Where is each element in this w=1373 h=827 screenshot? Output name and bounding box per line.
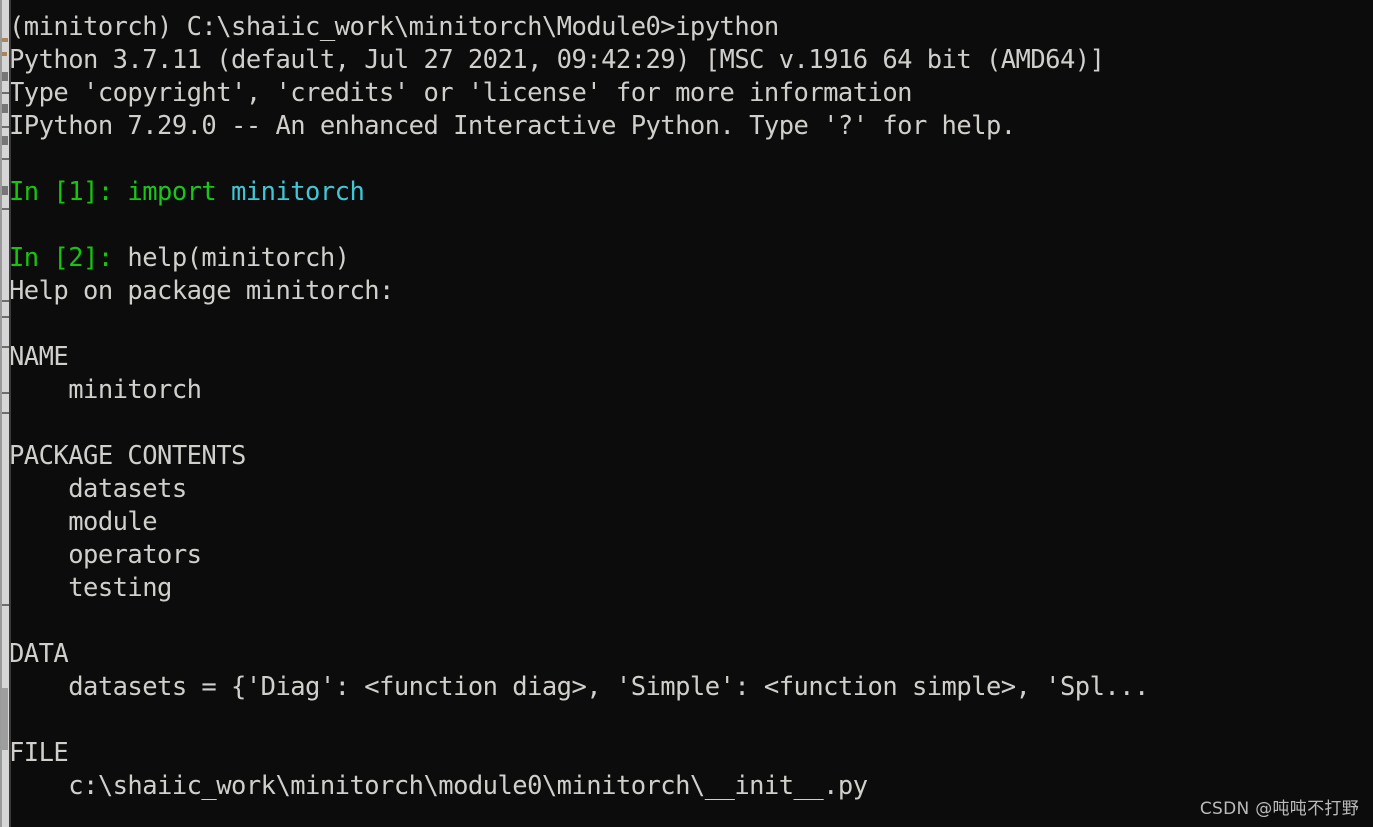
- console-span: DATA: [9, 639, 69, 669]
- line-blank-6: [9, 704, 1373, 737]
- console-span: (minitorch) C:\shaiic_work\minitorch\Mod…: [9, 12, 779, 42]
- console-span: testing: [9, 573, 172, 603]
- console-output: (minitorch) C:\shaiic_work\minitorch\Mod…: [9, 11, 1373, 803]
- line-pkg-operators: operators: [9, 539, 1373, 572]
- line-blank-5: [9, 605, 1373, 638]
- line-blank-1: [9, 143, 1373, 176]
- line-shell-prompt: (minitorch) C:\shaiic_work\minitorch\Mod…: [9, 11, 1373, 44]
- console-span: IPython 7.29.0 -- An enhanced Interactiv…: [9, 111, 1016, 141]
- console-span: operators: [9, 540, 202, 570]
- console-span: c:\shaiic_work\minitorch\module0\minitor…: [9, 771, 868, 801]
- console-span: help(minitorch): [127, 243, 350, 273]
- console-span: NAME: [9, 342, 69, 372]
- line-in-2: In [2]: help(minitorch): [9, 242, 1373, 275]
- console-span: datasets: [9, 474, 187, 504]
- console-span: module: [9, 507, 158, 537]
- line-ipython-banner: IPython 7.29.0 -- An enhanced Interactiv…: [9, 110, 1373, 143]
- line-in-1: In [1]: import minitorch: [9, 176, 1373, 209]
- line-blank-2: [9, 209, 1373, 242]
- line-name-value: minitorch: [9, 374, 1373, 407]
- console-span: datasets = {'Diag': <function diag>, 'Si…: [9, 672, 1149, 702]
- console-span: minitorch: [231, 177, 365, 207]
- line-section-file: FILE: [9, 737, 1373, 770]
- line-python-version: Python 3.7.11 (default, Jul 27 2021, 09:…: [9, 44, 1373, 77]
- console-span: PACKAGE CONTENTS: [9, 441, 246, 471]
- line-copyright-hint: Type 'copyright', 'credits' or 'license'…: [9, 77, 1373, 110]
- csdn-watermark: CSDN @吨吨不打野: [1199, 799, 1359, 819]
- line-file-path: c:\shaiic_work\minitorch\module0\minitor…: [9, 770, 1373, 803]
- line-help-header: Help on package minitorch:: [9, 275, 1373, 308]
- console-window[interactable]: (minitorch) C:\shaiic_work\minitorch\Mod…: [9, 0, 1373, 827]
- console-span: Type 'copyright', 'credits' or 'license'…: [9, 78, 913, 108]
- line-section-package-contents: PACKAGE CONTENTS: [9, 440, 1373, 473]
- console-window-left-border: [9, 0, 11, 827]
- console-span: In [1]:: [9, 177, 128, 207]
- console-span: import: [127, 177, 232, 207]
- line-pkg-datasets: datasets: [9, 473, 1373, 506]
- console-span: In [2]:: [9, 243, 128, 273]
- console-span: FILE: [9, 738, 69, 768]
- console-span: minitorch: [9, 375, 202, 405]
- console-span: Help on package minitorch:: [9, 276, 394, 306]
- console-span: Python 3.7.11 (default, Jul 27 2021, 09:…: [9, 45, 1105, 75]
- line-data-datasets: datasets = {'Diag': <function diag>, 'Si…: [9, 671, 1373, 704]
- line-pkg-module: module: [9, 506, 1373, 539]
- line-blank-3: [9, 308, 1373, 341]
- line-pkg-testing: testing: [9, 572, 1373, 605]
- line-section-data: DATA: [9, 638, 1373, 671]
- background-window-scrollbar-thumb[interactable]: [1, 688, 8, 750]
- line-blank-4: [9, 407, 1373, 440]
- line-section-name: NAME: [9, 341, 1373, 374]
